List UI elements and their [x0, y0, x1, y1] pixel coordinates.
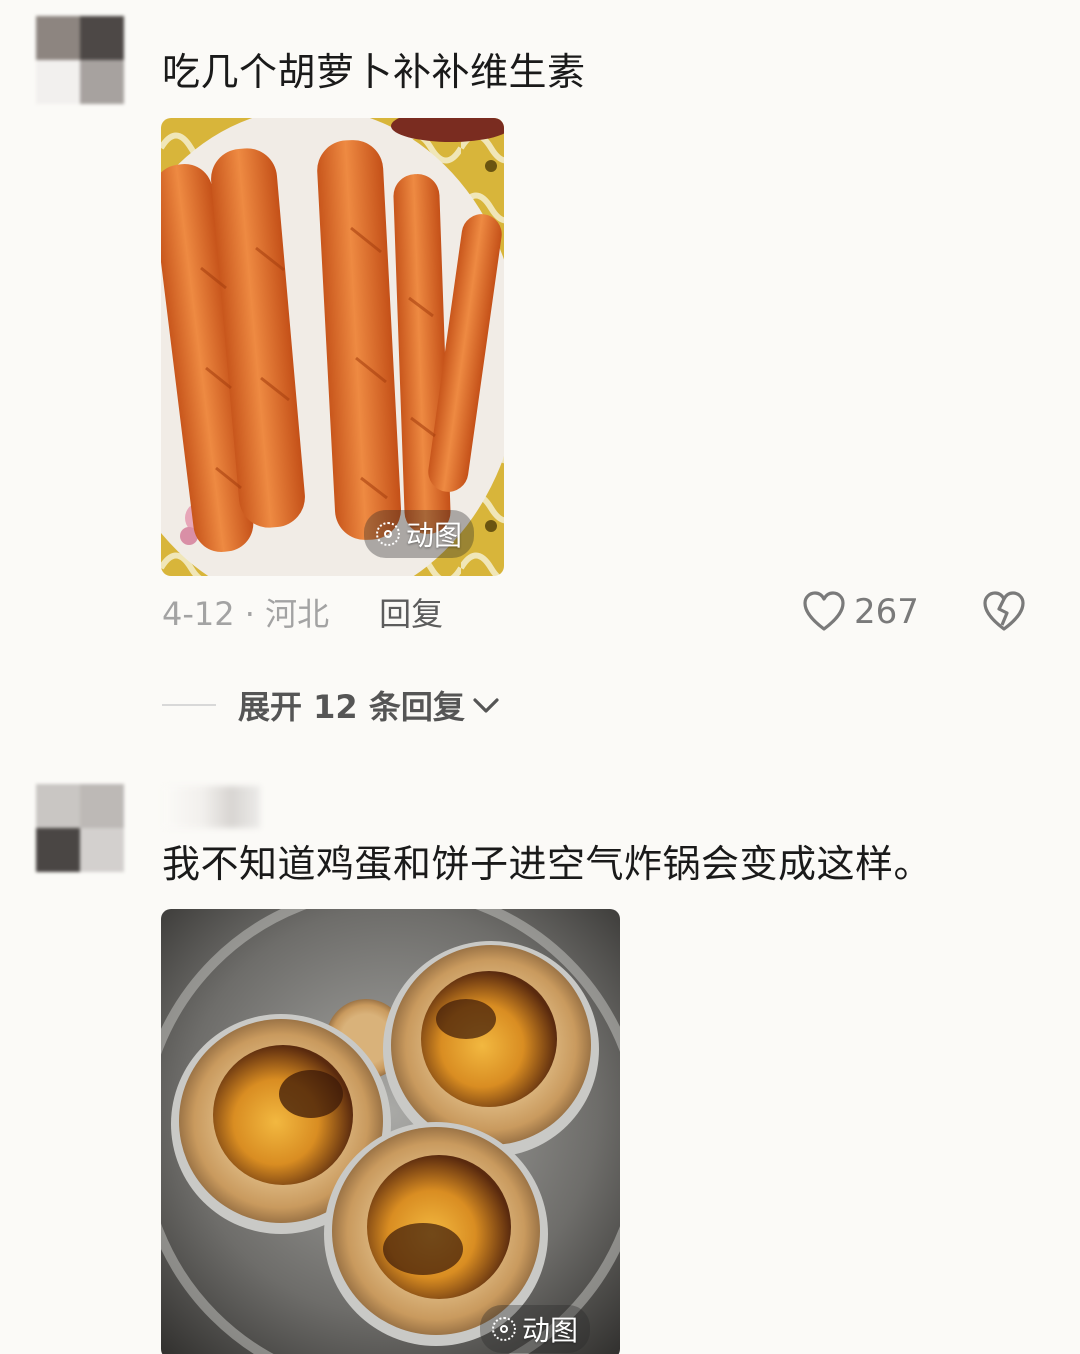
heart-outline-icon	[803, 591, 845, 631]
divider	[162, 704, 216, 706]
like-count: 267	[854, 592, 919, 632]
like-button[interactable]: 267	[802, 591, 919, 633]
avatar[interactable]	[36, 784, 124, 872]
gif-badge: 动图	[363, 510, 474, 558]
comment-text: 我不知道鸡蛋和饼子进空气炸锅会变成这样。	[162, 842, 933, 886]
gif-badge-label: 动图	[521, 1314, 578, 1347]
username-blurred[interactable]	[164, 786, 260, 828]
comment-feed: 吃几个胡萝卜补补维生素 动图 4-12 · 河北 回复 267 展开 12 条回…	[0, 0, 1080, 1354]
expand-replies-label: 展开 12 条回复	[238, 688, 465, 726]
avatar[interactable]	[36, 16, 124, 104]
comment-image-egg-tarts[interactable]: 动图	[161, 909, 620, 1354]
live-photo-icon	[491, 1317, 516, 1341]
broken-heart-icon[interactable]	[982, 591, 1026, 633]
comment-image-fried-dough[interactable]: 动图	[161, 118, 504, 576]
reply-button[interactable]: 回复	[379, 589, 443, 635]
comment-time-location: 4-12 · 河北	[162, 595, 330, 633]
comment-meta: 4-12 · 河北 回复 267	[162, 588, 1032, 636]
comment-text: 吃几个胡萝卜补补维生素	[162, 50, 586, 94]
chevron-down-icon	[473, 698, 499, 713]
gif-badge-label: 动图	[405, 519, 462, 552]
expand-replies-button[interactable]: 展开 12 条回复	[162, 682, 501, 728]
live-photo-icon	[375, 522, 400, 546]
gif-badge: 动图	[479, 1305, 590, 1353]
